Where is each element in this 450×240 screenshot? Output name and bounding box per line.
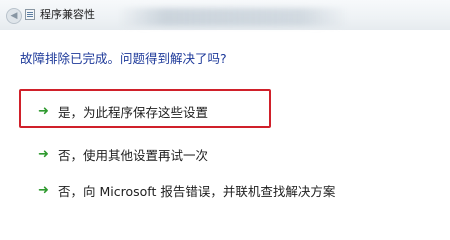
troubleshoot-question: 故障排除已完成。问题得到解决了吗? xyxy=(20,51,227,66)
option-try-other-settings[interactable]: ➜ 否，使用其他设置再试一次 xyxy=(20,140,380,168)
green-arrow-icon: ➜ xyxy=(38,146,49,162)
window-title: 程序兼容性 xyxy=(40,8,95,21)
back-arrow-icon[interactable]: ◀ xyxy=(6,8,22,24)
option-label: 否，使用其他设置再试一次 xyxy=(58,147,209,163)
green-arrow-icon: ➜ xyxy=(38,182,49,198)
blurred-title-area xyxy=(118,8,348,26)
option-label: 否，向 Microsoft 报告错误，并联机查找解决方案 xyxy=(58,183,336,199)
option-report-to-microsoft[interactable]: ➜ 否，向 Microsoft 报告错误，并联机查找解决方案 xyxy=(20,176,380,204)
title-bar: ◀ 程序兼容性 xyxy=(0,0,450,30)
red-highlight-box xyxy=(19,89,271,128)
program-compatibility-icon xyxy=(25,9,35,20)
